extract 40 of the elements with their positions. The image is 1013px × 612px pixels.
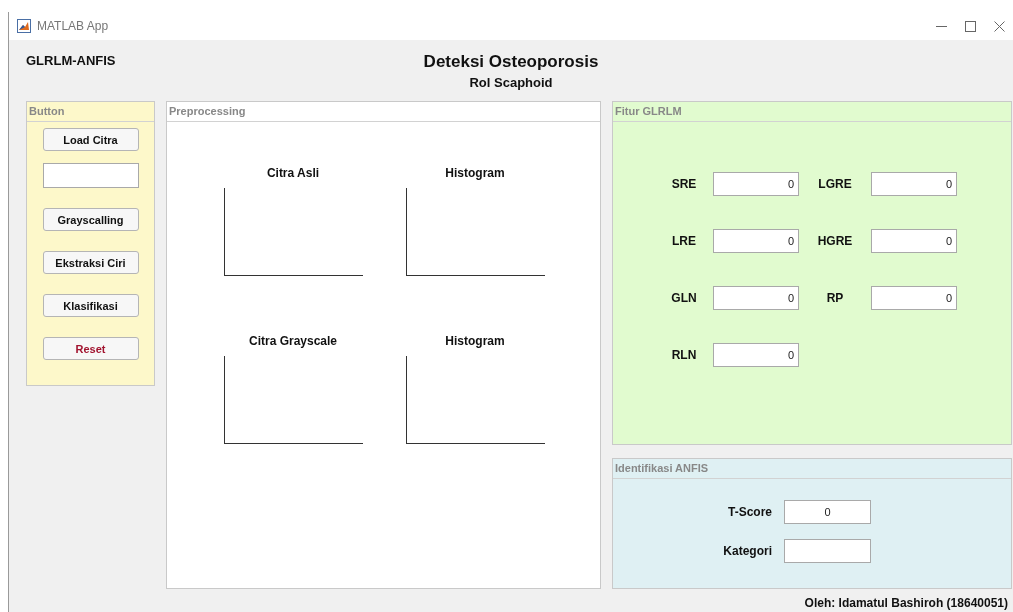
field-label: SRE bbox=[670, 177, 698, 191]
value-field[interactable]: 0 bbox=[713, 286, 799, 310]
value-field[interactable]: 0 bbox=[871, 229, 957, 253]
author-credit: Oleh: Idamatul Bashiroh (18640051) bbox=[804, 596, 1008, 610]
close-icon[interactable] bbox=[994, 20, 1005, 32]
action-button[interactable]: Klasifikasi bbox=[42, 294, 139, 317]
value-field[interactable]: 0 bbox=[784, 500, 871, 524]
value-field[interactable]: 0 bbox=[871, 286, 957, 310]
file-name-field[interactable] bbox=[42, 163, 139, 188]
axes-title: Histogram bbox=[445, 334, 505, 350]
field-label: LRE bbox=[671, 234, 697, 248]
value-field[interactable] bbox=[784, 539, 871, 563]
panel-title: Button bbox=[29, 106, 65, 117]
maximize-icon[interactable] bbox=[965, 20, 976, 32]
action-button[interactable]: Ekstraksi Ciri bbox=[42, 251, 139, 274]
page-title: Deteksi Osteoporosis bbox=[423, 52, 599, 72]
axes-title: Histogram bbox=[445, 166, 505, 182]
field-label: RLN bbox=[670, 348, 698, 362]
field-label: GLN bbox=[670, 291, 698, 305]
app-logo-icon bbox=[17, 19, 31, 33]
value-field[interactable]: 0 bbox=[713, 343, 799, 367]
panel-title: Identifikasi ANFIS bbox=[615, 463, 709, 474]
action-button[interactable]: Grayscalling bbox=[42, 208, 139, 231]
panel-title: Fitur GLRLM bbox=[615, 106, 682, 117]
axes-title: Citra Asli bbox=[266, 166, 320, 182]
page-subtitle: Rol Scaphoid bbox=[469, 75, 553, 90]
value-field[interactable]: 0 bbox=[871, 172, 957, 196]
field-label: HGRE bbox=[816, 234, 854, 248]
panel-title: Preprocessing bbox=[169, 106, 246, 117]
app-name: GLRLM-ANFIS bbox=[26, 52, 117, 68]
reset-button[interactable]: Reset bbox=[42, 337, 139, 360]
value-field[interactable]: 0 bbox=[713, 172, 799, 196]
window-title: MATLAB App bbox=[37, 19, 109, 33]
field-label: LGRE bbox=[817, 177, 853, 191]
action-button[interactable]: Load Citra bbox=[42, 128, 139, 151]
field-label: RP bbox=[825, 291, 845, 305]
field-label: T-Score bbox=[727, 505, 772, 519]
field-label: Kategori bbox=[722, 544, 772, 558]
value-field[interactable]: 0 bbox=[713, 229, 799, 253]
axes-title: Citra Grayscale bbox=[248, 334, 338, 350]
